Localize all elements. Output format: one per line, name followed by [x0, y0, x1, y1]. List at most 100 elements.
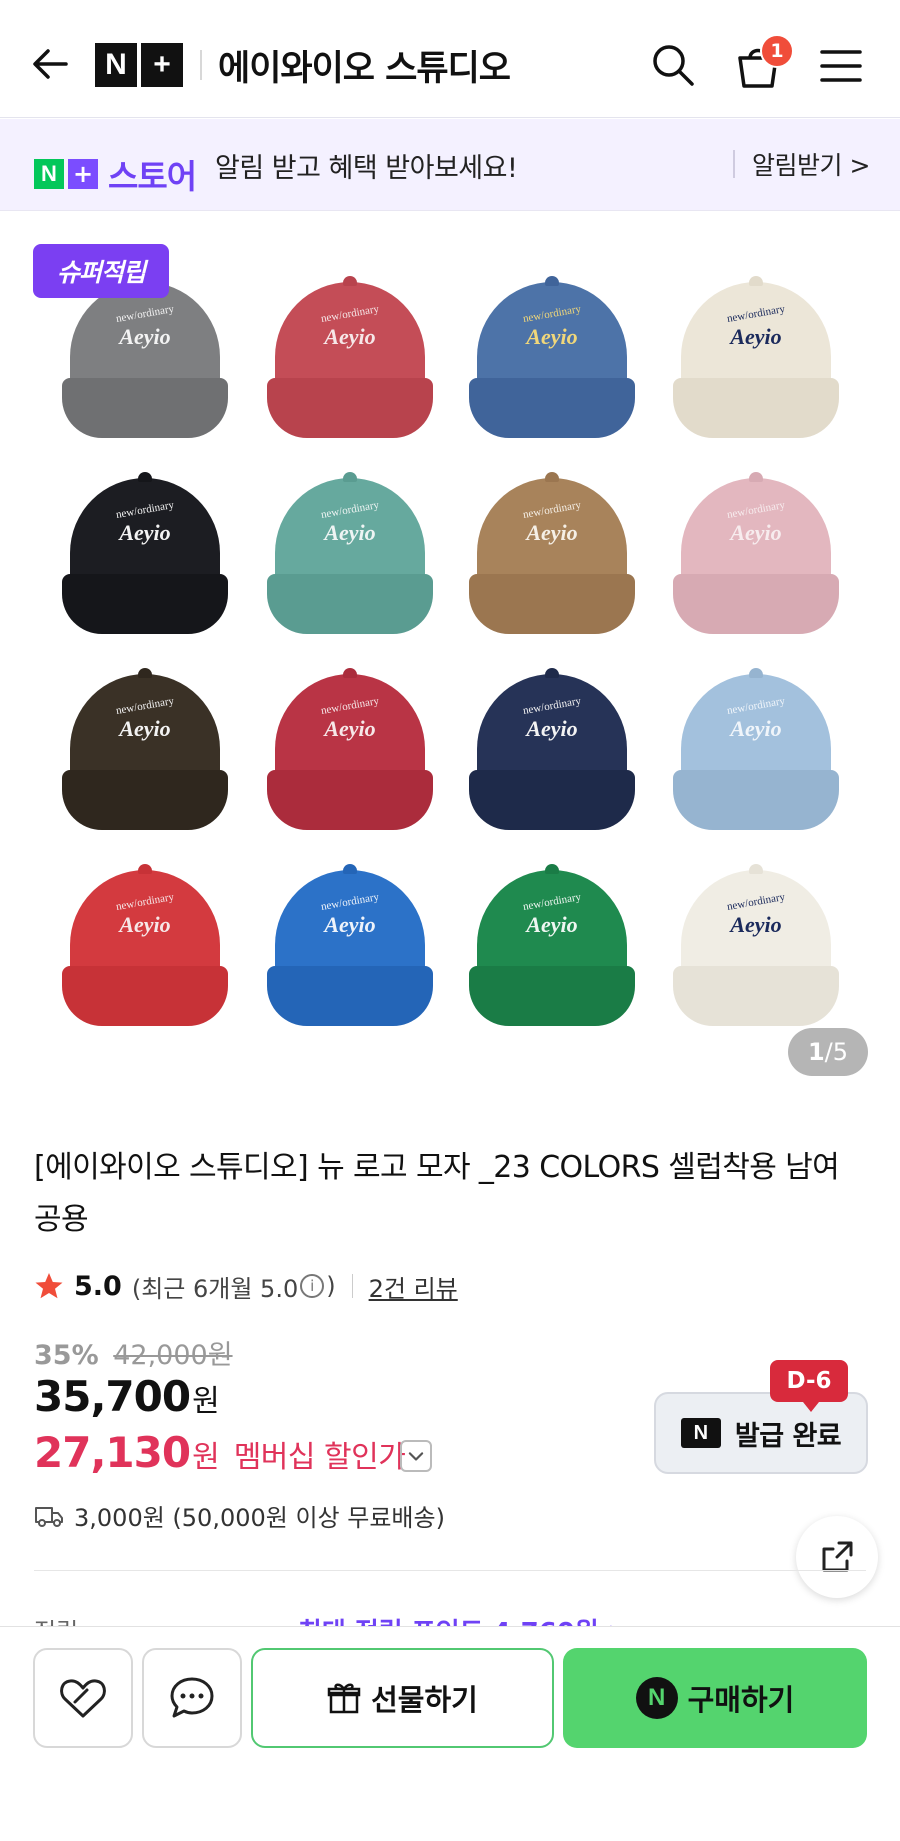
- star-icon: [35, 1273, 63, 1299]
- cap-brim: [267, 574, 433, 634]
- member-price-row: 27,130 원 멤버십 할인가: [34, 1428, 406, 1477]
- naver-n-icon: N: [680, 1418, 721, 1448]
- rating-detail-close: ): [326, 1272, 336, 1300]
- cap-logo-text: Aeyio: [324, 912, 376, 937]
- cart-count-badge: 1: [760, 34, 794, 68]
- cap-button: [749, 864, 763, 874]
- cap-button: [749, 472, 763, 482]
- cap-color-3: new/ordinary Aeyio: [469, 276, 635, 442]
- notify-button[interactable]: 알림받기 >: [752, 146, 870, 182]
- sale-price: 35,700: [34, 1372, 191, 1421]
- banner-message: 알림 받고 혜택 받아보세요!: [215, 153, 518, 184]
- cap-color-11: new/ordinary Aeyio: [469, 668, 635, 834]
- cap-brim: [267, 378, 433, 438]
- cap-logo-text: Aeyio: [730, 324, 782, 349]
- cap-logo-text: Aeyio: [119, 716, 171, 741]
- cap-button: [545, 276, 559, 286]
- rating-separator: [351, 1274, 353, 1298]
- hamburger-menu-icon[interactable]: [820, 48, 862, 84]
- cap-brim: [469, 574, 635, 634]
- naver-plus-store-logo: N + 스토어: [34, 150, 197, 198]
- cap-color-15: new/ordinary Aeyio: [469, 864, 635, 1030]
- cap-brim: [673, 574, 839, 634]
- image-pager: 1 /5: [788, 1028, 868, 1076]
- gift-label: 선물하기: [371, 1683, 478, 1717]
- cap-color-12: new/ordinary Aeyio: [673, 668, 839, 834]
- dday-badge: D-6: [770, 1360, 848, 1412]
- member-price-unit: 원: [192, 1440, 220, 1475]
- buy-button[interactable]: N 구매하기: [563, 1648, 867, 1748]
- cap-color-1: new/ordinary Aeyio: [62, 276, 228, 442]
- banner-divider: [733, 150, 735, 178]
- cap-brim: [267, 770, 433, 830]
- like-button[interactable]: [33, 1648, 133, 1748]
- coupon-button[interactable]: N 발급 완료: [654, 1392, 868, 1474]
- cap-color-10: new/ordinary Aeyio: [267, 668, 433, 834]
- chat-button[interactable]: [142, 1648, 242, 1748]
- cap-color-13: new/ordinary Aeyio: [62, 864, 228, 1030]
- chat-bubble-icon: [170, 1677, 214, 1718]
- buy-label: 구매하기: [687, 1683, 795, 1717]
- cap-brim: [673, 378, 839, 438]
- cap-brim: [62, 378, 228, 438]
- pager-current: 1: [807, 1038, 825, 1066]
- original-price: 42,000원: [113, 1340, 233, 1371]
- super-points-badge: 슈퍼적립: [33, 244, 169, 298]
- cap-brim: [62, 966, 228, 1026]
- product-image-carousel[interactable]: new/ordinary Aeyio new/ordinary Aeyio new/or…: [0, 212, 900, 1108]
- member-price: 27,130: [34, 1428, 191, 1477]
- cap-logo-text: Aeyio: [526, 520, 578, 545]
- cap-button: [343, 864, 357, 874]
- cap-logo-text: Aeyio: [730, 520, 782, 545]
- cap-button: [138, 472, 152, 482]
- back-arrow-icon[interactable]: [28, 42, 72, 86]
- product-title: [에이와이오 스튜디오] 뉴 로고 모자 _23 COLORS 셀럽착용 남여공…: [34, 1150, 840, 1237]
- cap-logo-text: Aeyio: [730, 716, 782, 741]
- member-price-label: 멤버십 할인가: [233, 1440, 406, 1475]
- coupon-label: 발급 완료: [734, 1420, 842, 1452]
- cap-button: [545, 668, 559, 678]
- header-divider: [200, 50, 202, 80]
- share-icon: [822, 1541, 853, 1572]
- review-link[interactable]: 2건 리뷰: [369, 1269, 458, 1304]
- cap-logo-text: Aeyio: [324, 716, 376, 741]
- truck-icon: [35, 1506, 63, 1527]
- search-icon[interactable]: [650, 42, 696, 88]
- pager-total: /5: [824, 1038, 849, 1066]
- banner-store-label: 스토어: [108, 157, 197, 196]
- store-name[interactable]: 에이와이오 스튜디오: [218, 40, 511, 91]
- cap-color-4: new/ordinary Aeyio: [673, 276, 839, 442]
- heart-icon: [60, 1679, 106, 1718]
- cap-button: [343, 472, 357, 482]
- cap-color-2: new/ordinary Aeyio: [267, 276, 433, 442]
- cap-button: [749, 668, 763, 678]
- cap-color-8: new/ordinary Aeyio: [673, 472, 839, 638]
- chevron-down-icon[interactable]: [400, 1440, 432, 1472]
- rating-score: 5.0: [74, 1270, 122, 1302]
- share-button[interactable]: [796, 1516, 878, 1598]
- rating-row: 5.0 (최근 6개월 5.0 i ) 2건 리뷰: [34, 1268, 458, 1304]
- cap-brim: [469, 966, 635, 1026]
- cap-logo-text: Aeyio: [119, 912, 171, 937]
- gift-button[interactable]: 선물하기: [251, 1648, 554, 1748]
- cap-logo-text: Aeyio: [324, 324, 376, 349]
- cap-brim: [62, 574, 228, 634]
- cap-button: [343, 276, 357, 286]
- cap-brim: [267, 966, 433, 1026]
- shipping-info: 3,000원 (50,000원 이상 무료배송): [34, 1498, 445, 1533]
- cap-brim: [673, 966, 839, 1026]
- cap-color-7: new/ordinary Aeyio: [469, 472, 635, 638]
- discount-row: 35% 42,000원: [34, 1333, 233, 1372]
- cap-logo-text: Aeyio: [119, 324, 171, 349]
- cap-logo-text: Aeyio: [324, 520, 376, 545]
- cap-brim: [62, 770, 228, 830]
- rating-detail: (최근 6개월 5.0: [131, 1274, 299, 1303]
- cap-button: [749, 276, 763, 286]
- naver-plus-logo[interactable]: N +: [95, 43, 184, 87]
- cap-logo-text: Aeyio: [119, 520, 171, 545]
- cap-button: [138, 864, 152, 874]
- naver-pay-icon: N: [635, 1677, 678, 1719]
- cap-color-5: new/ordinary Aeyio: [62, 472, 228, 638]
- sale-price-unit: 원: [192, 1384, 220, 1419]
- info-icon[interactable]: i: [300, 1274, 325, 1298]
